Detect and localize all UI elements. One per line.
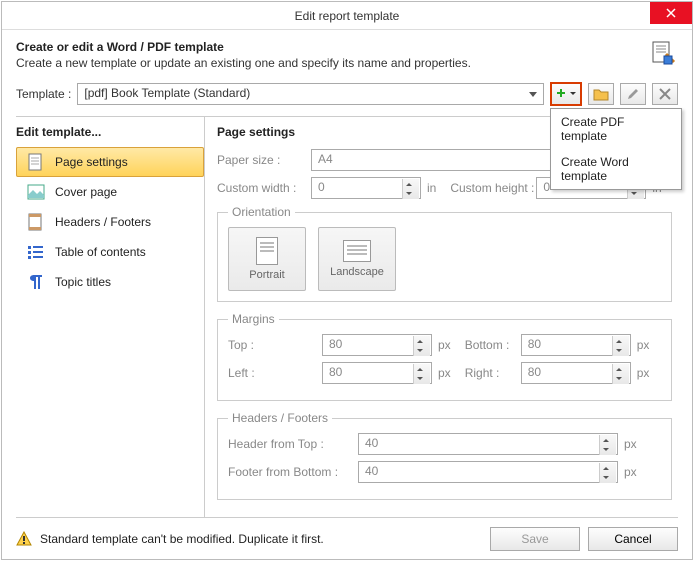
- titlebar: Edit report template: [2, 2, 692, 30]
- top-input[interactable]: 80: [322, 334, 432, 356]
- right-label: Right :: [451, 366, 521, 380]
- template-row: Template : [pdf] Book Template (Standard…: [2, 76, 692, 116]
- nav-toc[interactable]: Table of contents: [16, 237, 204, 267]
- window-title: Edit report template: [2, 9, 692, 23]
- create-word-item[interactable]: Create Word template: [551, 149, 681, 189]
- new-template-dropdown: Create PDF template Create Word template: [550, 108, 682, 190]
- nav-cover-page[interactable]: Cover page: [16, 177, 204, 207]
- portrait-button[interactable]: Portrait: [228, 227, 306, 291]
- hft-input[interactable]: 40: [358, 433, 618, 455]
- margins-group: Margins Top : 80 px Bottom : 80 px Left …: [217, 312, 672, 401]
- image-icon: [27, 183, 45, 201]
- custom-height-label: Custom height :: [436, 181, 536, 195]
- nav-label: Topic titles: [55, 275, 111, 289]
- hf-group: Headers / Footers Header from Top : 40 p…: [217, 411, 672, 500]
- pencil-icon: [626, 87, 640, 101]
- bottom-input[interactable]: 80: [521, 334, 631, 356]
- paper-size-label: Paper size :: [217, 153, 311, 167]
- orientation-legend: Orientation: [228, 205, 295, 219]
- custom-width-label: Custom width :: [217, 181, 311, 195]
- edit-button[interactable]: [620, 83, 646, 105]
- hf-legend: Headers / Footers: [228, 411, 332, 425]
- footer-warning: Standard template can't be modified. Dup…: [40, 532, 482, 546]
- nav-label: Headers / Footers: [55, 215, 151, 229]
- margins-legend: Margins: [228, 312, 279, 326]
- folder-icon: [593, 87, 609, 101]
- left-label: Left :: [228, 366, 322, 380]
- header-footer-icon: [27, 213, 45, 231]
- new-template-button[interactable]: [550, 82, 582, 106]
- top-label: Top :: [228, 338, 322, 352]
- plus-icon: [556, 88, 570, 100]
- page-icon: [27, 153, 45, 171]
- nav-topic-titles[interactable]: Topic titles: [16, 267, 204, 297]
- ffb-label: Footer from Bottom :: [228, 465, 358, 479]
- template-select[interactable]: [pdf] Book Template (Standard): [77, 83, 544, 105]
- landscape-icon: [343, 240, 371, 262]
- portrait-icon: [256, 237, 278, 265]
- list-icon: [27, 243, 45, 261]
- paragraph-icon: [27, 273, 45, 291]
- template-label: Template :: [16, 87, 71, 101]
- header-title: Create or edit a Word / PDF template: [16, 40, 648, 54]
- unit-in: in: [427, 181, 436, 195]
- bottom-label: Bottom :: [451, 338, 521, 352]
- nav-label: Page settings: [55, 155, 128, 169]
- hft-label: Header from Top :: [228, 437, 358, 451]
- dialog-window: Edit report template Create or edit a Wo…: [1, 1, 693, 560]
- right-input[interactable]: 80: [521, 362, 631, 384]
- x-icon: [659, 88, 671, 100]
- nav-page-settings[interactable]: Page settings: [16, 147, 204, 177]
- left-input[interactable]: 80: [322, 362, 432, 384]
- header-subtitle: Create a new template or update an exist…: [16, 56, 648, 70]
- close-icon: [666, 8, 676, 18]
- create-pdf-item[interactable]: Create PDF template: [551, 109, 681, 149]
- ffb-input[interactable]: 40: [358, 461, 618, 483]
- chevron-down-icon: [570, 88, 576, 100]
- sidebar: Edit template... Page settings Cover pag…: [16, 116, 204, 517]
- close-button[interactable]: [650, 2, 692, 24]
- footer: Standard template can't be modified. Dup…: [16, 517, 678, 559]
- nav-label: Table of contents: [55, 245, 146, 259]
- delete-button[interactable]: [652, 83, 678, 105]
- template-value: [pdf] Book Template (Standard): [84, 86, 250, 100]
- header-doc-icon: [648, 40, 678, 70]
- orientation-group: Orientation Portrait Landscape: [217, 205, 672, 302]
- warning-icon: [16, 531, 32, 547]
- cancel-button[interactable]: Cancel: [588, 527, 678, 551]
- custom-width-input[interactable]: 0: [311, 177, 421, 199]
- nav-label: Cover page: [55, 185, 117, 199]
- sidebar-title: Edit template...: [16, 125, 204, 139]
- landscape-button[interactable]: Landscape: [318, 227, 396, 291]
- save-button[interactable]: Save: [490, 527, 580, 551]
- open-button[interactable]: [588, 83, 614, 105]
- header: Create or edit a Word / PDF template Cre…: [2, 30, 692, 76]
- nav-headers-footers[interactable]: Headers / Footers: [16, 207, 204, 237]
